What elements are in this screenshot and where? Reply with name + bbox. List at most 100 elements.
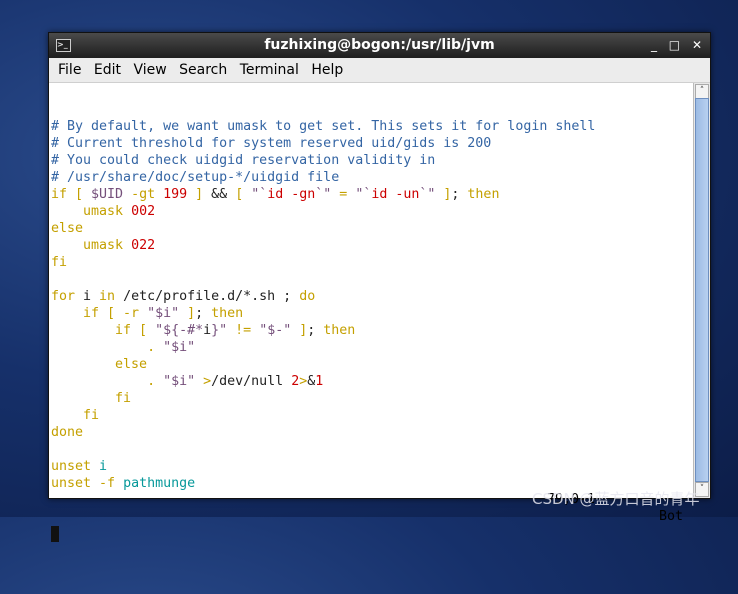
menu-file[interactable]: File xyxy=(58,62,81,78)
code-token: if [ -r xyxy=(51,306,148,321)
code-token: else xyxy=(51,357,148,372)
code-token: if [ xyxy=(51,187,92,202)
code-token: = xyxy=(331,187,356,202)
code-token: in xyxy=(99,289,124,304)
code-line: umask 022 xyxy=(49,237,694,254)
code-line: if [ $UID -gt 199 ] && [ "`id -gn`" = "`… xyxy=(49,186,694,203)
code-token: "${-#* xyxy=(155,323,204,338)
scroll-up-icon[interactable]: ˄ xyxy=(695,84,709,99)
terminal-window: >_ fuzhixing@bogon:/usr/lib/jvm _ □ ✕ Fi… xyxy=(48,32,711,542)
code-line: fi xyxy=(49,390,694,407)
code-line: # /usr/share/doc/setup-*/uidgid file xyxy=(49,169,694,186)
code-token: fi xyxy=(51,391,132,406)
code-line: # Current threshold for system reserved … xyxy=(49,135,694,152)
minimize-button[interactable]: _ xyxy=(651,38,657,52)
code-line: # By default, we want umask to get set. … xyxy=(49,118,694,135)
code-line: unset i xyxy=(49,458,694,475)
code-line: else xyxy=(49,220,694,237)
code-line: fi xyxy=(49,407,694,424)
code-token: ] xyxy=(187,187,212,202)
code-token: "` xyxy=(251,187,268,202)
menu-bar: File Edit View Search Terminal Help xyxy=(49,58,710,83)
code-token: . xyxy=(51,340,164,355)
code-line: fi xyxy=(49,254,694,271)
code-line: if [ -r "$i" ]; then xyxy=(49,305,694,322)
code-token: }" xyxy=(211,323,228,338)
code-token: 002 xyxy=(131,204,156,219)
code-token: ] xyxy=(291,323,308,338)
code-token: "$i" xyxy=(163,340,196,355)
code-token: != xyxy=(227,323,260,338)
code-token: then xyxy=(467,187,500,202)
code-lines: # By default, we want umask to get set. … xyxy=(49,118,694,492)
code-token: ] xyxy=(435,187,452,202)
code-line: for i in /etc/profile.d/*.sh ; do xyxy=(49,288,694,305)
code-token: -gt xyxy=(123,187,164,202)
code-token: /dev/null xyxy=(211,374,292,389)
code-token: /etc/profile.d/*.sh ; xyxy=(123,289,300,304)
code-token: "$i" xyxy=(147,306,180,321)
code-token: i xyxy=(203,323,212,338)
scrollbar-thumb[interactable] xyxy=(695,98,709,482)
code-token: ; xyxy=(451,187,468,202)
code-token: fi xyxy=(51,408,100,423)
code-token: 2 xyxy=(291,374,300,389)
code-token: > xyxy=(203,374,212,389)
code-token: unset xyxy=(51,459,100,474)
code-token: ; xyxy=(307,323,324,338)
code-token: # By default, we want umask to get set. … xyxy=(51,119,596,134)
menu-view[interactable]: View xyxy=(133,62,166,78)
code-token: umask xyxy=(51,238,132,253)
code-token: . xyxy=(51,374,164,389)
code-token: fi xyxy=(51,255,68,270)
code-token: i xyxy=(99,459,108,474)
code-token: umask xyxy=(51,204,132,219)
code-token: "` xyxy=(355,187,372,202)
close-button[interactable]: ✕ xyxy=(692,38,702,52)
code-token: do xyxy=(299,289,316,304)
code-line: else xyxy=(49,356,694,373)
menu-edit[interactable]: Edit xyxy=(94,62,121,78)
code-token: $UID xyxy=(91,187,124,202)
code-line: . "$i" xyxy=(49,339,694,356)
code-token: for xyxy=(51,289,84,304)
code-token: `" xyxy=(315,187,332,202)
code-line: # You could check uidgid reservation val… xyxy=(49,152,694,169)
code-line: done xyxy=(49,424,694,441)
code-token: "$-" xyxy=(259,323,292,338)
code-line: . "$i" >/dev/null 2>&1 xyxy=(49,373,694,390)
code-token: if [ xyxy=(51,323,156,338)
code-token: then xyxy=(323,323,356,338)
code-token: ; xyxy=(195,306,212,321)
code-token: then xyxy=(211,306,244,321)
code-line: if [ "${-#*i}" != "$-" ]; then xyxy=(49,322,694,339)
code-token: [ xyxy=(235,187,252,202)
code-token: "$i" xyxy=(163,374,204,389)
title-bar[interactable]: >_ fuzhixing@bogon:/usr/lib/jvm _ □ ✕ xyxy=(49,33,710,58)
code-token: # /usr/share/doc/setup-*/uidgid file xyxy=(51,170,340,185)
watermark: CSDN @蓝方口音的青年 xyxy=(532,490,700,508)
code-token: # Current threshold for system reserved … xyxy=(51,136,492,151)
menu-search[interactable]: Search xyxy=(179,62,227,78)
code-token: 199 xyxy=(163,187,188,202)
code-token: done xyxy=(51,425,84,440)
cursor-line xyxy=(49,526,694,543)
maximize-button[interactable]: □ xyxy=(669,38,680,52)
code-token: && xyxy=(211,187,236,202)
window-title: fuzhixing@bogon:/usr/lib/jvm xyxy=(264,37,495,53)
code-token: ] xyxy=(179,306,196,321)
code-token: id -gn xyxy=(267,187,316,202)
scrollbar[interactable]: ˄ ˅ xyxy=(693,83,710,498)
code-token: else xyxy=(51,221,84,236)
terminal-icon: >_ xyxy=(56,39,71,52)
code-token: 022 xyxy=(131,238,156,253)
code-token: i xyxy=(83,289,100,304)
code-token: 1 xyxy=(315,374,324,389)
code-token: # You could check uidgid reservation val… xyxy=(51,153,436,168)
terminal-content[interactable]: # By default, we want umask to get set. … xyxy=(49,83,694,542)
menu-terminal[interactable]: Terminal xyxy=(240,62,299,78)
code-line: umask 002 xyxy=(49,203,694,220)
menu-help[interactable]: Help xyxy=(311,62,343,78)
